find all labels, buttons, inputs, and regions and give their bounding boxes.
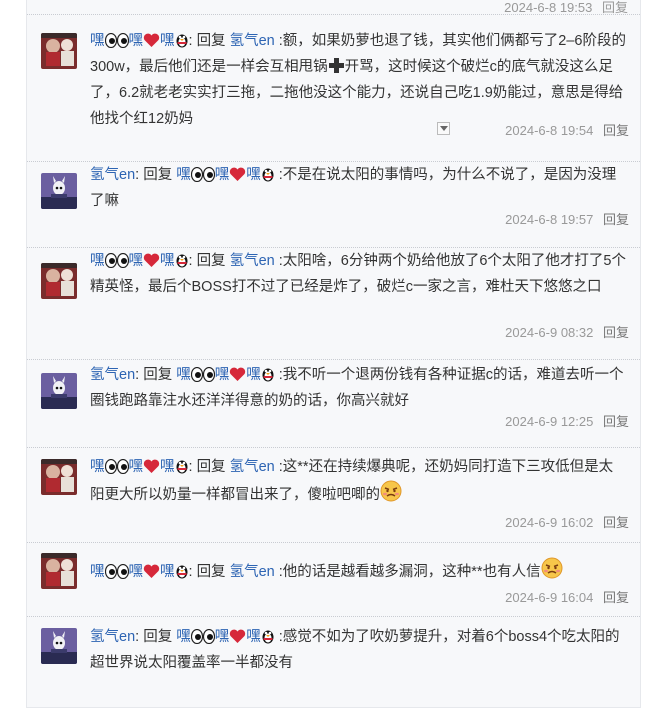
avatar-qq[interactable] [41,373,77,409]
comment-content: 嘿嘿嘿: 回复 氢气en :太阳啥，6分钟两个奶给他放了6个太阳了他才打了5个精… [90,253,626,295]
timestamp: 2024-6-9 16:02 [505,515,594,530]
reply-button[interactable]: 回复 [602,0,628,15]
avatar-hei-image [41,263,77,299]
comment-meta: 2024-6-9 16:04 回复 [505,587,629,606]
comment-item: 嘿嘿嘿: 回复 氢气en :额，如果奶萝也退了钱，其实他们俩都亏了2–6阶段的3… [27,14,640,161]
comment-text: :他的话是越看越多漏洞，这种**也有人信 [278,564,541,580]
comment-panel: 2024-6-8 19:53 回复 嘿嘿嘿: 回复 氢气en :额，如果奶萝也退… [26,0,641,708]
comment-content: 氢气en: 回复 嘿嘿嘿 :感觉不如为了吹奶萝提升，对着6个boss4个吃太阳的… [90,629,620,671]
comment-item: 氢气en: 回复 嘿嘿嘿 :我不听一个退两份钱有各种证据c的话，难道去听一个圈钱… [27,359,640,447]
avatar-hei[interactable] [41,459,77,495]
comment-content: 嘿嘿嘿: 回复 氢气en :额，如果奶萝也退了钱，其实他们俩都亏了2–6阶段的3… [90,33,626,127]
avatar-qq[interactable] [41,628,77,664]
avatar-qq[interactable] [41,173,77,209]
timestamp: 2024-6-9 12:25 [505,414,594,429]
author-name[interactable]: 氢气en [90,629,135,645]
author-name[interactable]: 嘿嘿嘿 [90,459,189,475]
eyes-icon [104,459,129,474]
reply-button[interactable]: 回复 [603,325,629,340]
reply-target-name[interactable]: 嘿嘿嘿 [176,367,275,383]
heart-icon [143,33,160,48]
reply-target-name[interactable]: 嘿嘿嘿 [176,167,275,183]
comment-item: 嘿嘿嘿: 回复 氢气en :这**还在持续爆典呢，还奶妈同打造下三攻低但是太阳更… [27,447,640,542]
reply-button[interactable]: 回复 [603,515,629,530]
reply-target-name[interactable]: 氢气en [230,33,275,49]
eyes-icon [190,367,215,382]
penguin-icon [261,166,275,182]
penguin-icon [175,252,189,268]
avatar-hei[interactable] [41,263,77,299]
reply-button[interactable]: 回复 [603,414,629,429]
heart-icon [143,564,160,579]
author-name[interactable]: 嘿嘿嘿 [90,33,189,49]
penguin-icon [261,628,275,644]
comment-content: 嘿嘿嘿: 回复 氢气en :这**还在持续爆典呢，还奶妈同打造下三攻低但是太阳更… [90,459,614,503]
comment-item: 氢气en: 回复 嘿嘿嘿 :感觉不如为了吹奶萝提升，对着6个boss4个吃太阳的… [27,616,640,707]
heart-icon [229,629,246,644]
avatar-hei[interactable] [41,553,77,589]
comment-item: 嘿嘿嘿: 回复 氢气en :太阳啥，6分钟两个奶给他放了6个太阳了他才打了5个精… [27,247,640,359]
penguin-icon [175,32,189,48]
eyes-icon [104,33,129,48]
timestamp: 2024-6-9 08:32 [505,325,594,340]
avatar-hei-image [41,553,77,589]
comment-item: 氢气en: 回复 嘿嘿嘿 :不是在说太阳的事情吗，为什么不说了，是因为没理了嘛 … [27,161,640,247]
reply-word: 回复 [143,367,173,383]
eyes-icon [104,564,129,579]
comment-content: 嘿嘿嘿: 回复 氢气en :他的话是越看越多漏洞，这种**也有人信 [90,557,626,585]
reply-button[interactable]: 回复 [603,212,629,227]
angry-face-icon [380,480,402,502]
comment-meta: 2024-6-9 16:02 回复 [505,512,629,531]
penguin-icon [175,563,189,579]
heart-icon [229,367,246,382]
avatar-hei-image [41,33,77,69]
comment-content: 氢气en: 回复 嘿嘿嘿 :我不听一个退两份钱有各种证据c的话，难道去听一个圈钱… [90,367,624,409]
avatar-qq-image [41,173,77,209]
reply-button[interactable]: 回复 [603,123,629,138]
eyes-icon [190,167,215,182]
avatar-qq-image [41,373,77,409]
avatar-qq-image [41,628,77,664]
penguin-icon [261,366,275,382]
reply-target-name[interactable]: 氢气en [230,459,275,475]
comment-meta: 2024-6-9 08:32 回复 [505,322,629,341]
reply-target-name[interactable]: 嘿嘿嘿 [176,629,275,645]
reply-word: 回复 [196,459,226,475]
timestamp: 2024-6-8 19:57 [505,212,594,227]
timestamp: 2024-6-9 16:04 [505,590,594,605]
author-name[interactable]: 嘿嘿嘿 [90,253,189,269]
heart-icon [143,459,160,474]
avatar-hei[interactable] [41,33,77,69]
reply-word: 回复 [143,629,173,645]
angry-face-icon [541,557,563,579]
expand-toggle[interactable] [437,122,450,135]
timestamp: 2024-6-8 19:54 [505,123,594,138]
eyes-icon [190,629,215,644]
author-name[interactable]: 氢气en [90,367,135,383]
reply-word: 回复 [143,167,173,183]
heart-icon [229,167,246,182]
eyes-icon [104,253,129,268]
avatar-hei-image [41,459,77,495]
reply-target-name[interactable]: 氢气en [230,564,275,580]
plus-icon [328,57,345,74]
reply-word: 回复 [196,253,226,269]
timestamp: 2024-6-8 19:53 [504,0,593,15]
reply-word: 回复 [196,564,226,580]
reply-word: 回复 [196,33,226,49]
comment-content: 氢气en: 回复 嘿嘿嘿 :不是在说太阳的事情吗，为什么不说了，是因为没理了嘛 [90,167,617,209]
reply-target-name[interactable]: 氢气en [230,253,275,269]
comment-meta: 2024-6-8 19:54 回复 [505,120,629,139]
penguin-icon [175,458,189,474]
comment-meta: 2024-6-8 19:57 回复 [505,209,629,228]
reply-button[interactable]: 回复 [603,590,629,605]
comment-item: 嘿嘿嘿: 回复 氢气en :他的话是越看越多漏洞，这种**也有人信 2024-6… [27,542,640,616]
author-name[interactable]: 嘿嘿嘿 [90,564,189,580]
author-name[interactable]: 氢气en [90,167,135,183]
heart-icon [143,253,160,268]
comment-meta: 2024-6-9 12:25 回复 [505,411,629,430]
